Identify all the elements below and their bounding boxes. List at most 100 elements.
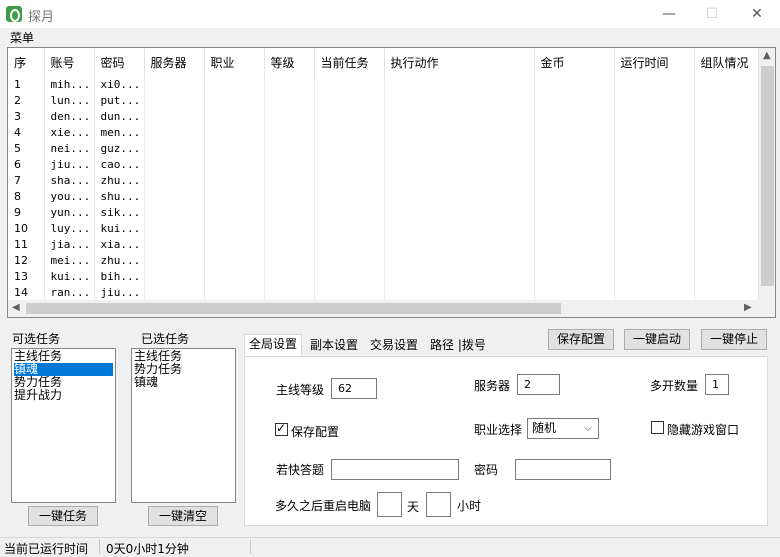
table-cell xyxy=(264,268,315,284)
table-cell xyxy=(204,76,265,92)
table-row[interactable]: 2 lun... put... xyxy=(8,92,765,108)
start-button[interactable]: 一键启动 xyxy=(624,329,690,350)
list-item[interactable]: 提升战力 xyxy=(14,389,113,402)
table-row[interactable]: 3 den... dun... xyxy=(8,108,765,124)
table-cell xyxy=(144,140,205,156)
table-cell xyxy=(204,268,265,284)
column-header[interactable]: 金币 xyxy=(534,48,615,76)
table-cell xyxy=(534,284,615,300)
table-row[interactable]: 12 mei... zhu... xyxy=(8,252,765,268)
table-row[interactable]: 4 xie... men... xyxy=(8,124,765,140)
vertical-scrollbar[interactable]: ▲ xyxy=(758,48,775,300)
restart-days-input[interactable] xyxy=(377,492,402,517)
stop-button[interactable]: 一键停止 xyxy=(701,329,767,350)
table-cell xyxy=(534,204,615,220)
save-config-checkbox[interactable]: ✓ xyxy=(275,421,288,436)
table-cell xyxy=(314,204,385,220)
table-row[interactable]: 13 kui... bih... xyxy=(8,268,765,284)
table-cell xyxy=(384,284,535,300)
column-header[interactable]: 当前任务 xyxy=(314,48,385,76)
maximize-button[interactable]: ☐ xyxy=(697,4,727,24)
horizontal-scroll-thumb[interactable] xyxy=(26,303,561,314)
table-cell: 12 xyxy=(8,252,45,268)
scroll-up-icon[interactable]: ▲ xyxy=(763,50,771,61)
table-cell xyxy=(204,108,265,124)
table-cell xyxy=(204,236,265,252)
account-table[interactable]: 序账号 密码 服务器 职业 等级 当前任务 执行动作 金币 运行时间 组队情况 1 mih... xi… xyxy=(7,47,776,318)
scroll-right-icon[interactable]: ▶ xyxy=(744,302,752,313)
days-unit-label: 天 xyxy=(407,500,420,514)
table-cell xyxy=(144,124,205,140)
table-cell: guz... xyxy=(94,140,145,156)
menu-bar: 菜单 xyxy=(0,28,780,46)
restart-hours-input[interactable] xyxy=(426,492,451,517)
table-cell xyxy=(314,140,385,156)
table-row[interactable]: 14 ran... jiu... xyxy=(8,284,765,300)
vertical-scroll-thumb[interactable] xyxy=(761,66,774,286)
column-header[interactable]: 密码 xyxy=(94,48,145,76)
clear-all-button[interactable]: 一键清空 xyxy=(148,506,218,526)
column-header[interactable]: 服务器 xyxy=(144,48,205,76)
table-row[interactable]: 9 yun... sik... xyxy=(8,204,765,220)
account-grid: 序账号 密码 服务器 职业 等级 当前任务 执行动作 金币 运行时间 组队情况 1 mih... xi… xyxy=(8,48,765,300)
table-cell xyxy=(204,252,265,268)
hide-window-checkbox[interactable] xyxy=(651,421,664,434)
tab-trade-settings[interactable]: 交易设置 xyxy=(366,336,422,357)
save-config-button[interactable]: 保存配置 xyxy=(548,329,614,350)
tab-global-settings[interactable]: 全局设置 xyxy=(244,334,303,357)
table-cell xyxy=(264,252,315,268)
available-tasks-label: 可选任务 xyxy=(12,332,61,346)
scroll-left-icon[interactable]: ◀ xyxy=(12,302,20,313)
one-click-task-button[interactable]: 一键任务 xyxy=(28,506,98,526)
multi-count-input[interactable]: 1 xyxy=(705,374,729,395)
selected-tasks-list[interactable]: 主线任务 势力任务 镇魂 xyxy=(131,348,236,503)
table-row[interactable]: 7 sha... zhu... xyxy=(8,172,765,188)
list-item[interactable]: 镇魂 xyxy=(134,376,233,389)
table-row[interactable]: 10 luy... kui... xyxy=(8,220,765,236)
table-cell: jiu... xyxy=(94,284,145,300)
hours-unit-label: 小时 xyxy=(457,499,482,513)
horizontal-scrollbar[interactable]: ◀ ▶ xyxy=(8,300,758,317)
table-cell xyxy=(144,268,205,284)
column-header[interactable]: 职业 xyxy=(204,48,265,76)
table-cell: dun... xyxy=(94,108,145,124)
tab-dungeon-settings[interactable]: 副本设置 xyxy=(306,336,362,357)
quick-answer-input[interactable] xyxy=(331,459,459,480)
column-header[interactable]: 序 xyxy=(8,48,45,76)
available-tasks-list[interactable]: 主线任务 镇魂 势力任务 提升战力 xyxy=(11,348,116,503)
table-cell xyxy=(204,172,265,188)
table-row[interactable]: 11 jia... xia... xyxy=(8,236,765,252)
close-button[interactable]: ✕ xyxy=(742,4,772,24)
table-row[interactable]: 6 jiu... cao... xyxy=(8,156,765,172)
table-cell xyxy=(384,236,535,252)
server-input[interactable]: 2 xyxy=(517,374,560,395)
minimize-button[interactable]: — xyxy=(654,4,684,24)
table-cell xyxy=(144,284,205,300)
table-row[interactable]: 5 nei... guz... xyxy=(8,140,765,156)
table-cell xyxy=(614,268,695,284)
menu-item[interactable]: 菜单 xyxy=(10,29,34,46)
column-header[interactable]: 执行动作 xyxy=(384,48,535,76)
column-header[interactable]: 运行时间 xyxy=(614,48,695,76)
password-input[interactable] xyxy=(515,459,611,480)
table-cell xyxy=(534,76,615,92)
table-cell: xia... xyxy=(94,236,145,252)
table-cell xyxy=(264,236,315,252)
table-cell xyxy=(614,188,695,204)
table-cell xyxy=(614,284,695,300)
table-row[interactable]: 1 mih... xi0... xyxy=(8,76,765,92)
table-header-row: 序账号 密码 服务器 职业 等级 当前任务 执行动作 金币 运行时间 组队情况 xyxy=(8,48,765,76)
tab-path-dialup[interactable]: 路径 |拨号 xyxy=(426,336,490,357)
column-header[interactable]: 组队情况 xyxy=(694,48,765,76)
column-header[interactable]: 等级 xyxy=(264,48,315,76)
table-cell xyxy=(314,268,385,284)
main-level-input[interactable]: 62 xyxy=(331,378,377,399)
table-cell: luy... xyxy=(44,220,95,236)
column-header[interactable]: 账号 xyxy=(44,48,95,76)
table-cell: you... xyxy=(44,188,95,204)
job-select[interactable]: 随机 ⌵ xyxy=(527,418,599,439)
table-cell: xi0... xyxy=(94,76,145,92)
scrollbar-corner xyxy=(758,300,775,317)
window-title: 探月 xyxy=(28,10,55,25)
table-row[interactable]: 8 you... shu... xyxy=(8,188,765,204)
